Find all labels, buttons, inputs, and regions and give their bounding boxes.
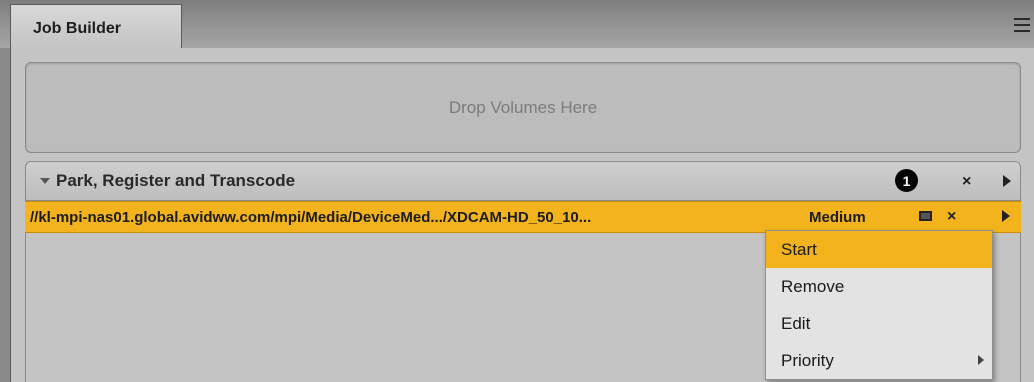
menu-item-label: Remove: [781, 276, 845, 296]
job-path: //kl-mpi-nas01.global.avidww.com/mpi/Med…: [30, 209, 592, 226]
menu-item-label: Priority: [781, 350, 834, 370]
job-group-header[interactable]: Park, Register and Transcode 1 ×: [25, 161, 1021, 201]
job-group-title: Park, Register and Transcode: [56, 171, 296, 190]
drop-volumes-label: Drop Volumes Here: [448, 97, 598, 117]
monitor-icon[interactable]: [919, 211, 932, 221]
job-priority: Medium: [809, 209, 866, 226]
play-icon[interactable]: [1002, 210, 1010, 222]
tab-job-builder[interactable]: Job Builder: [10, 4, 182, 48]
drop-volumes-zone[interactable]: Drop Volumes Here: [25, 62, 1021, 153]
hamburger-menu-icon[interactable]: [1014, 18, 1030, 32]
remove-group-button[interactable]: ×: [962, 174, 971, 190]
submenu-arrow-icon: [978, 355, 984, 365]
play-icon[interactable]: [1003, 175, 1011, 187]
job-row[interactable]: //kl-mpi-nas01.global.avidww.com/mpi/Med…: [25, 201, 1021, 233]
remove-job-button[interactable]: ×: [947, 209, 956, 225]
tab-label: Job Builder: [33, 20, 122, 37]
triangle-down-icon[interactable]: [40, 178, 50, 184]
job-count-badge: 1: [895, 169, 918, 192]
menu-item-edit[interactable]: Edit: [766, 305, 992, 342]
context-menu: Start Remove Edit Priority: [765, 230, 993, 380]
panel-tab-bar: Job Builder: [0, 0, 1034, 48]
menu-item-priority[interactable]: Priority: [766, 342, 992, 379]
menu-item-remove[interactable]: Remove: [766, 268, 992, 305]
menu-item-start[interactable]: Start: [766, 231, 992, 268]
menu-item-label: Edit: [781, 313, 811, 333]
menu-item-label: Start: [781, 239, 817, 259]
